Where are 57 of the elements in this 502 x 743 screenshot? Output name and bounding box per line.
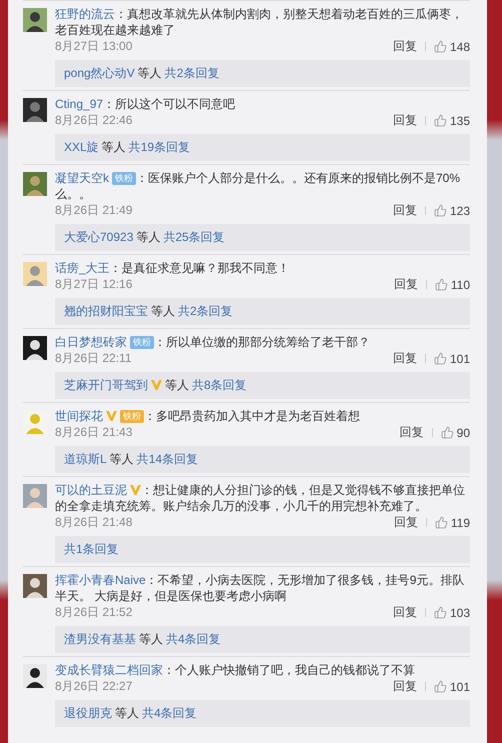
comment-date: 8月26日 21:52 [55, 604, 132, 621]
comment-text: 挥霍小青春Naive：不希望，小病去医院，无形增加了很多钱，挂号9元。排队半天。 大病是好，但是医保也要考虑小病啊 [55, 572, 466, 604]
replies-link[interactable]: 退役朋克 等人 共4条回复 [55, 700, 470, 727]
thumbs-up-icon [434, 352, 447, 365]
comment-date: 8月26日 21:43 [55, 424, 132, 441]
replies-link[interactable]: 芝麻开门哥驾到 等人 共8条回复 [55, 372, 470, 399]
reply-link[interactable]: 回复 [392, 678, 417, 695]
replies-link[interactable]: 渣男没有基基 等人 共4条回复 [55, 626, 470, 653]
replies-link[interactable]: 大爱心70923 等人 共25条回复 [55, 224, 470, 251]
like-button[interactable]: 119 [434, 516, 470, 530]
replies-link[interactable]: 共1条回复 [55, 536, 470, 563]
thumbs-up-icon [434, 516, 448, 529]
comment-text: 狂野的流云：真想改革就先从体制内割肉，别整天想着动老百姓的三瓜俩枣，老百姓现在越来越难了 [55, 6, 464, 38]
reply-link[interactable]: 回复 [392, 202, 417, 219]
comment-text: 话痨_大王：是真征求意见嘛？那我不同意！ [55, 260, 291, 276]
comment-date: 8月26日 22:46 [55, 112, 132, 129]
replies-link[interactable]: XXL旋 等人 共19条回复 [55, 134, 470, 161]
like-button[interactable]: 123 [434, 204, 470, 218]
comment-date: 8月26日 22:11 [55, 350, 132, 367]
reply-link[interactable]: 回复 [392, 350, 417, 367]
thumbs-up-icon [434, 278, 448, 291]
fan-badge: 铁粉 [112, 172, 136, 185]
reply-link[interactable]: 回复 [392, 112, 417, 129]
like-button[interactable]: 148 [434, 40, 470, 54]
comment-text: 变成长臂猿二档回家：个人账户快撤销了吧，我自己的钱都说了不算 [55, 662, 416, 678]
like-button[interactable]: 90 [440, 426, 470, 440]
like-button[interactable]: 103 [434, 606, 470, 620]
thumbs-up-icon [434, 606, 447, 619]
thumbs-up-icon [434, 680, 447, 693]
comment-date: 8月26日 22:27 [55, 678, 132, 695]
reply-link[interactable]: 回复 [394, 514, 418, 531]
comment-text: 白日梦想砖家 铁粉 ：所以单位缴的那部分统筹给了老干部？ [55, 334, 371, 350]
reply-link[interactable]: 回复 [392, 38, 417, 55]
comment-text: Cting_97：所以这个可以不同意吧 [55, 96, 236, 112]
reply-link[interactable]: 回复 [392, 604, 417, 621]
thumbs-up-icon [434, 114, 447, 127]
comment-text: 凝望天空k 铁粉 ：医保账户个人部分是什么。。还有原来的报销比例不是70%么。。 [55, 170, 462, 202]
comment-text: 可以的土豆泥 ：想让健康的人分担门诊的钱，但是又觉得钱不够直接把单位的全拿走填充统筹。账户结余几万的没事，小几千的用完想补充难了。 [55, 482, 466, 514]
comment-date: 8月26日 21:49 [55, 202, 132, 219]
like-button[interactable]: 101 [434, 680, 470, 694]
reply-link[interactable]: 回复 [394, 276, 418, 293]
fan-badge: 铁粉 [120, 410, 144, 423]
like-button[interactable]: 110 [434, 278, 470, 292]
replies-link[interactable]: 翘的招财阳宝宝 等人 共2条回复 [55, 298, 470, 325]
reply-link[interactable]: 回复 [400, 424, 424, 441]
thumbs-up-icon [440, 426, 454, 439]
comment-date: 8月27日 12:16 [55, 276, 132, 293]
fan-badge: 铁粉 [130, 336, 154, 349]
thumbs-up-icon [434, 204, 447, 217]
replies-link[interactable]: 道琼斯L 等人 共14条回复 [55, 446, 470, 473]
thumbs-up-icon [434, 40, 447, 53]
comment-date: 8月27日 13:00 [55, 38, 132, 55]
comment-text: 世间探花 铁粉 ：多吧昂贵药加入其中才是为老百姓着想 [55, 408, 361, 424]
replies-link[interactable]: pong然心动V 等人 共2条回复 [55, 60, 470, 87]
like-button[interactable]: 135 [434, 114, 470, 128]
like-button[interactable]: 101 [434, 352, 470, 366]
comment-date: 8月26日 21:48 [55, 514, 132, 531]
